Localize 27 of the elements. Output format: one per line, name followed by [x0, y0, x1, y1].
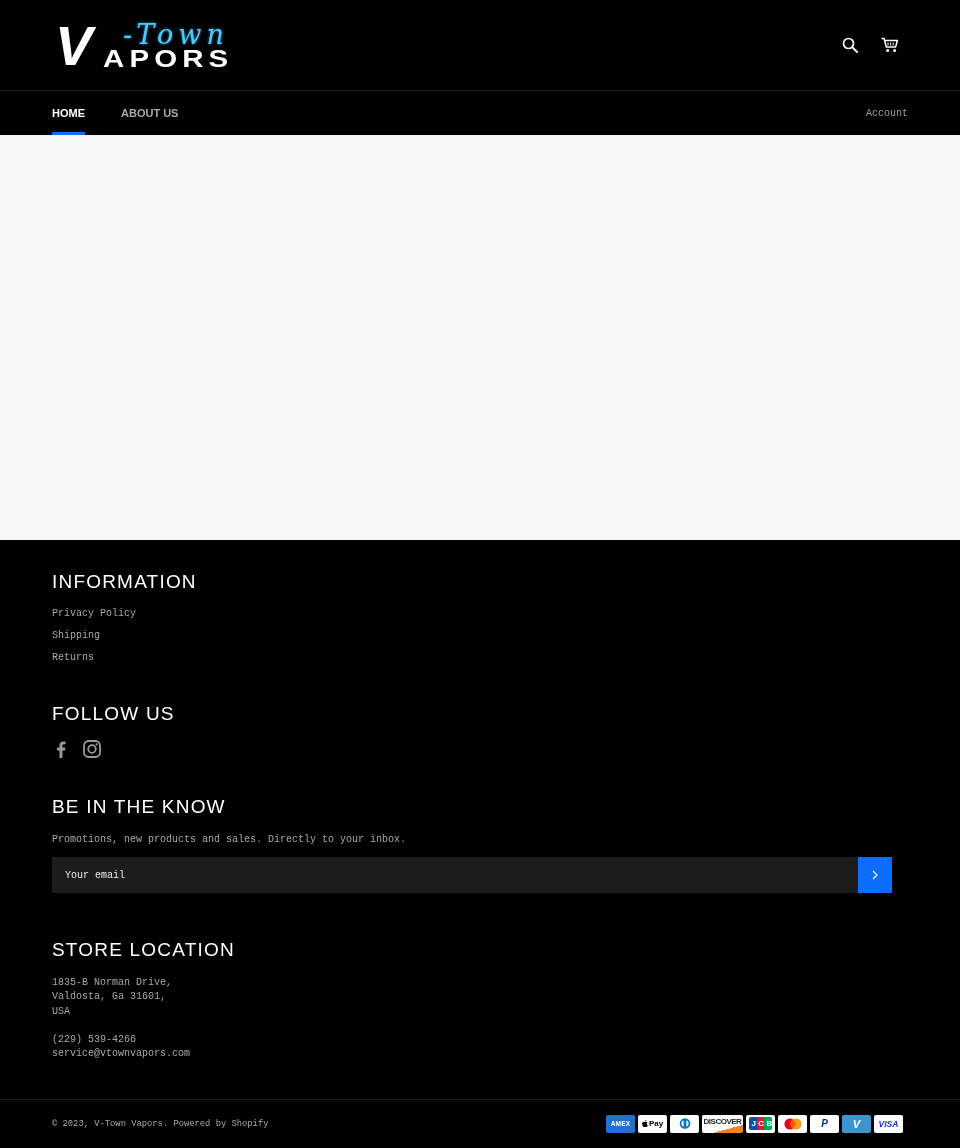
- email-link[interactable]: service@vtownvapors.com: [52, 1047, 191, 1062]
- address-text: 1835-B Norman Drive, Valdosta, Ga 31601, USA: [52, 976, 173, 1019]
- payment-card-icon: DISCOVER: [702, 1114, 743, 1133]
- payment-card-icon: V: [842, 1114, 871, 1133]
- email-field[interactable]: Your email: [52, 857, 858, 893]
- footer-link[interactable]: Shipping: [52, 625, 100, 647]
- account-link[interactable]: Account: [866, 105, 908, 121]
- facebook-icon[interactable]: [56, 740, 66, 758]
- payment-card-icon: VISA: [874, 1114, 903, 1133]
- footer-link[interactable]: Privacy Policy: [52, 603, 136, 625]
- section-heading: INFORMATION: [52, 570, 197, 594]
- section-heading: BE IN THE KNOW: [52, 795, 226, 819]
- chevron-icon: [872, 870, 878, 880]
- instagram-icon[interactable]: [83, 740, 101, 758]
- nav-tab[interactable]: ABOUT US: [121, 91, 179, 135]
- newsletter-text: Promotions, new products and sales. Directly to your inbox.: [52, 833, 407, 847]
- payment-card-icon: P: [810, 1114, 839, 1133]
- payment-card-icon: [670, 1114, 699, 1133]
- search-icon: [842, 37, 858, 53]
- payment-card-icon: Pay: [638, 1114, 667, 1133]
- section-heading: FOLLOW US: [52, 702, 175, 726]
- copyright-text: © 2023, V-Town Vapors. Powered by Shopify: [52, 1118, 269, 1131]
- section-heading: STORE LOCATION: [52, 938, 235, 962]
- payment-card-icon: [778, 1114, 807, 1133]
- phone-link[interactable]: (229) 539-4266: [52, 1033, 136, 1048]
- footer-link[interactable]: Returns: [52, 647, 94, 669]
- cart-icon: [881, 37, 899, 53]
